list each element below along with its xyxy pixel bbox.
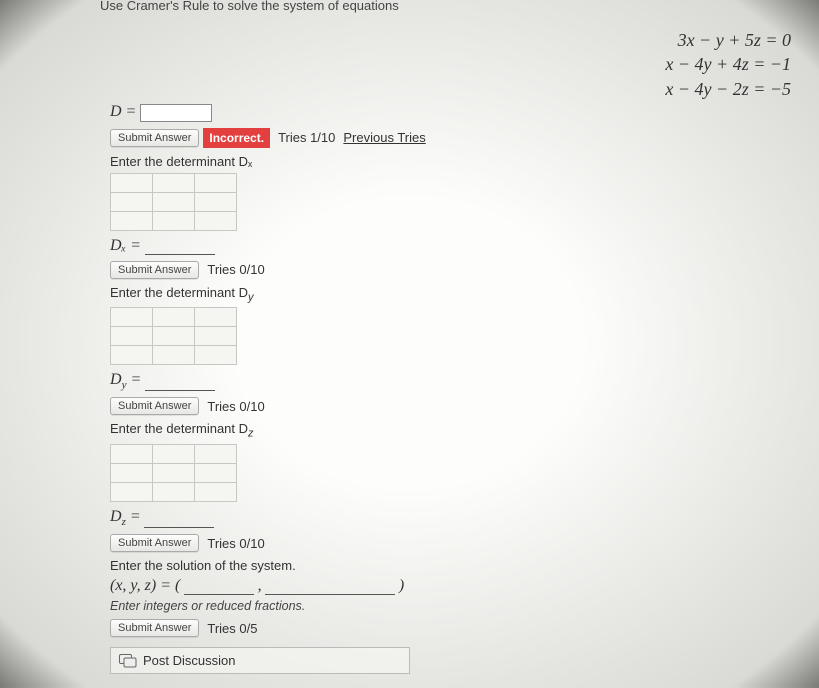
solution-tries: Tries 0/5 [207, 621, 257, 636]
previous-tries-link[interactable]: Previous Tries [343, 130, 425, 145]
d-label: D = [110, 103, 136, 120]
d-tries: Tries 1/10 [278, 130, 335, 145]
solution-yz-input[interactable] [265, 581, 395, 595]
submit-dy-button[interactable]: Submit Answer [110, 397, 199, 415]
equation-3: x − 4y − 2z = −5 [665, 77, 791, 101]
solution-x-input[interactable] [184, 581, 254, 595]
solution-instruction: Enter the solution of the system. [110, 558, 819, 573]
dz-matrix[interactable] [110, 444, 237, 502]
d-input[interactable] [140, 104, 212, 122]
dx-tries: Tries 0/10 [207, 262, 264, 277]
solution-hint: Enter integers or reduced fractions. [110, 599, 819, 613]
equation-2: x − 4y + 4z = −1 [665, 52, 791, 76]
post-discussion-bar[interactable]: Post Discussion [110, 647, 410, 674]
submit-dx-button[interactable]: Submit Answer [110, 261, 199, 279]
dz-answer-input[interactable] [144, 514, 214, 528]
dz-tries: Tries 0/10 [207, 536, 264, 551]
submit-dz-button[interactable]: Submit Answer [110, 534, 199, 552]
page-title: Use Cramer's Rule to solve the system of… [100, 0, 819, 13]
dz-instruction: Enter the determinant Dz [110, 421, 819, 440]
post-discussion-label: Post Discussion [143, 653, 235, 668]
discussion-icon [119, 654, 137, 668]
dx-answer-input[interactable] [145, 241, 215, 255]
submit-d-button[interactable]: Submit Answer [110, 129, 199, 147]
dy-tries: Tries 0/10 [207, 399, 264, 414]
dx-instruction: Enter the determinant Dₓ [110, 154, 819, 169]
dy-instruction: Enter the determinant Dy [110, 285, 819, 304]
dx-answer-label: Dₓ = [110, 237, 141, 254]
incorrect-badge: Incorrect. [203, 128, 270, 148]
dx-matrix[interactable] [110, 173, 237, 231]
system-of-equations: 3x − y + 5z = 0 x − 4y + 4z = −1 x − 4y … [665, 28, 791, 101]
dy-answer-input[interactable] [145, 377, 215, 391]
dy-matrix[interactable] [110, 307, 237, 365]
equation-1: 3x − y + 5z = 0 [665, 28, 791, 52]
submit-solution-button[interactable]: Submit Answer [110, 619, 199, 637]
dz-answer-label: Dz = [110, 508, 141, 525]
solution-tuple: (x, y, z) = ( , ) [110, 577, 819, 595]
dy-answer-label: Dy = [110, 371, 141, 388]
